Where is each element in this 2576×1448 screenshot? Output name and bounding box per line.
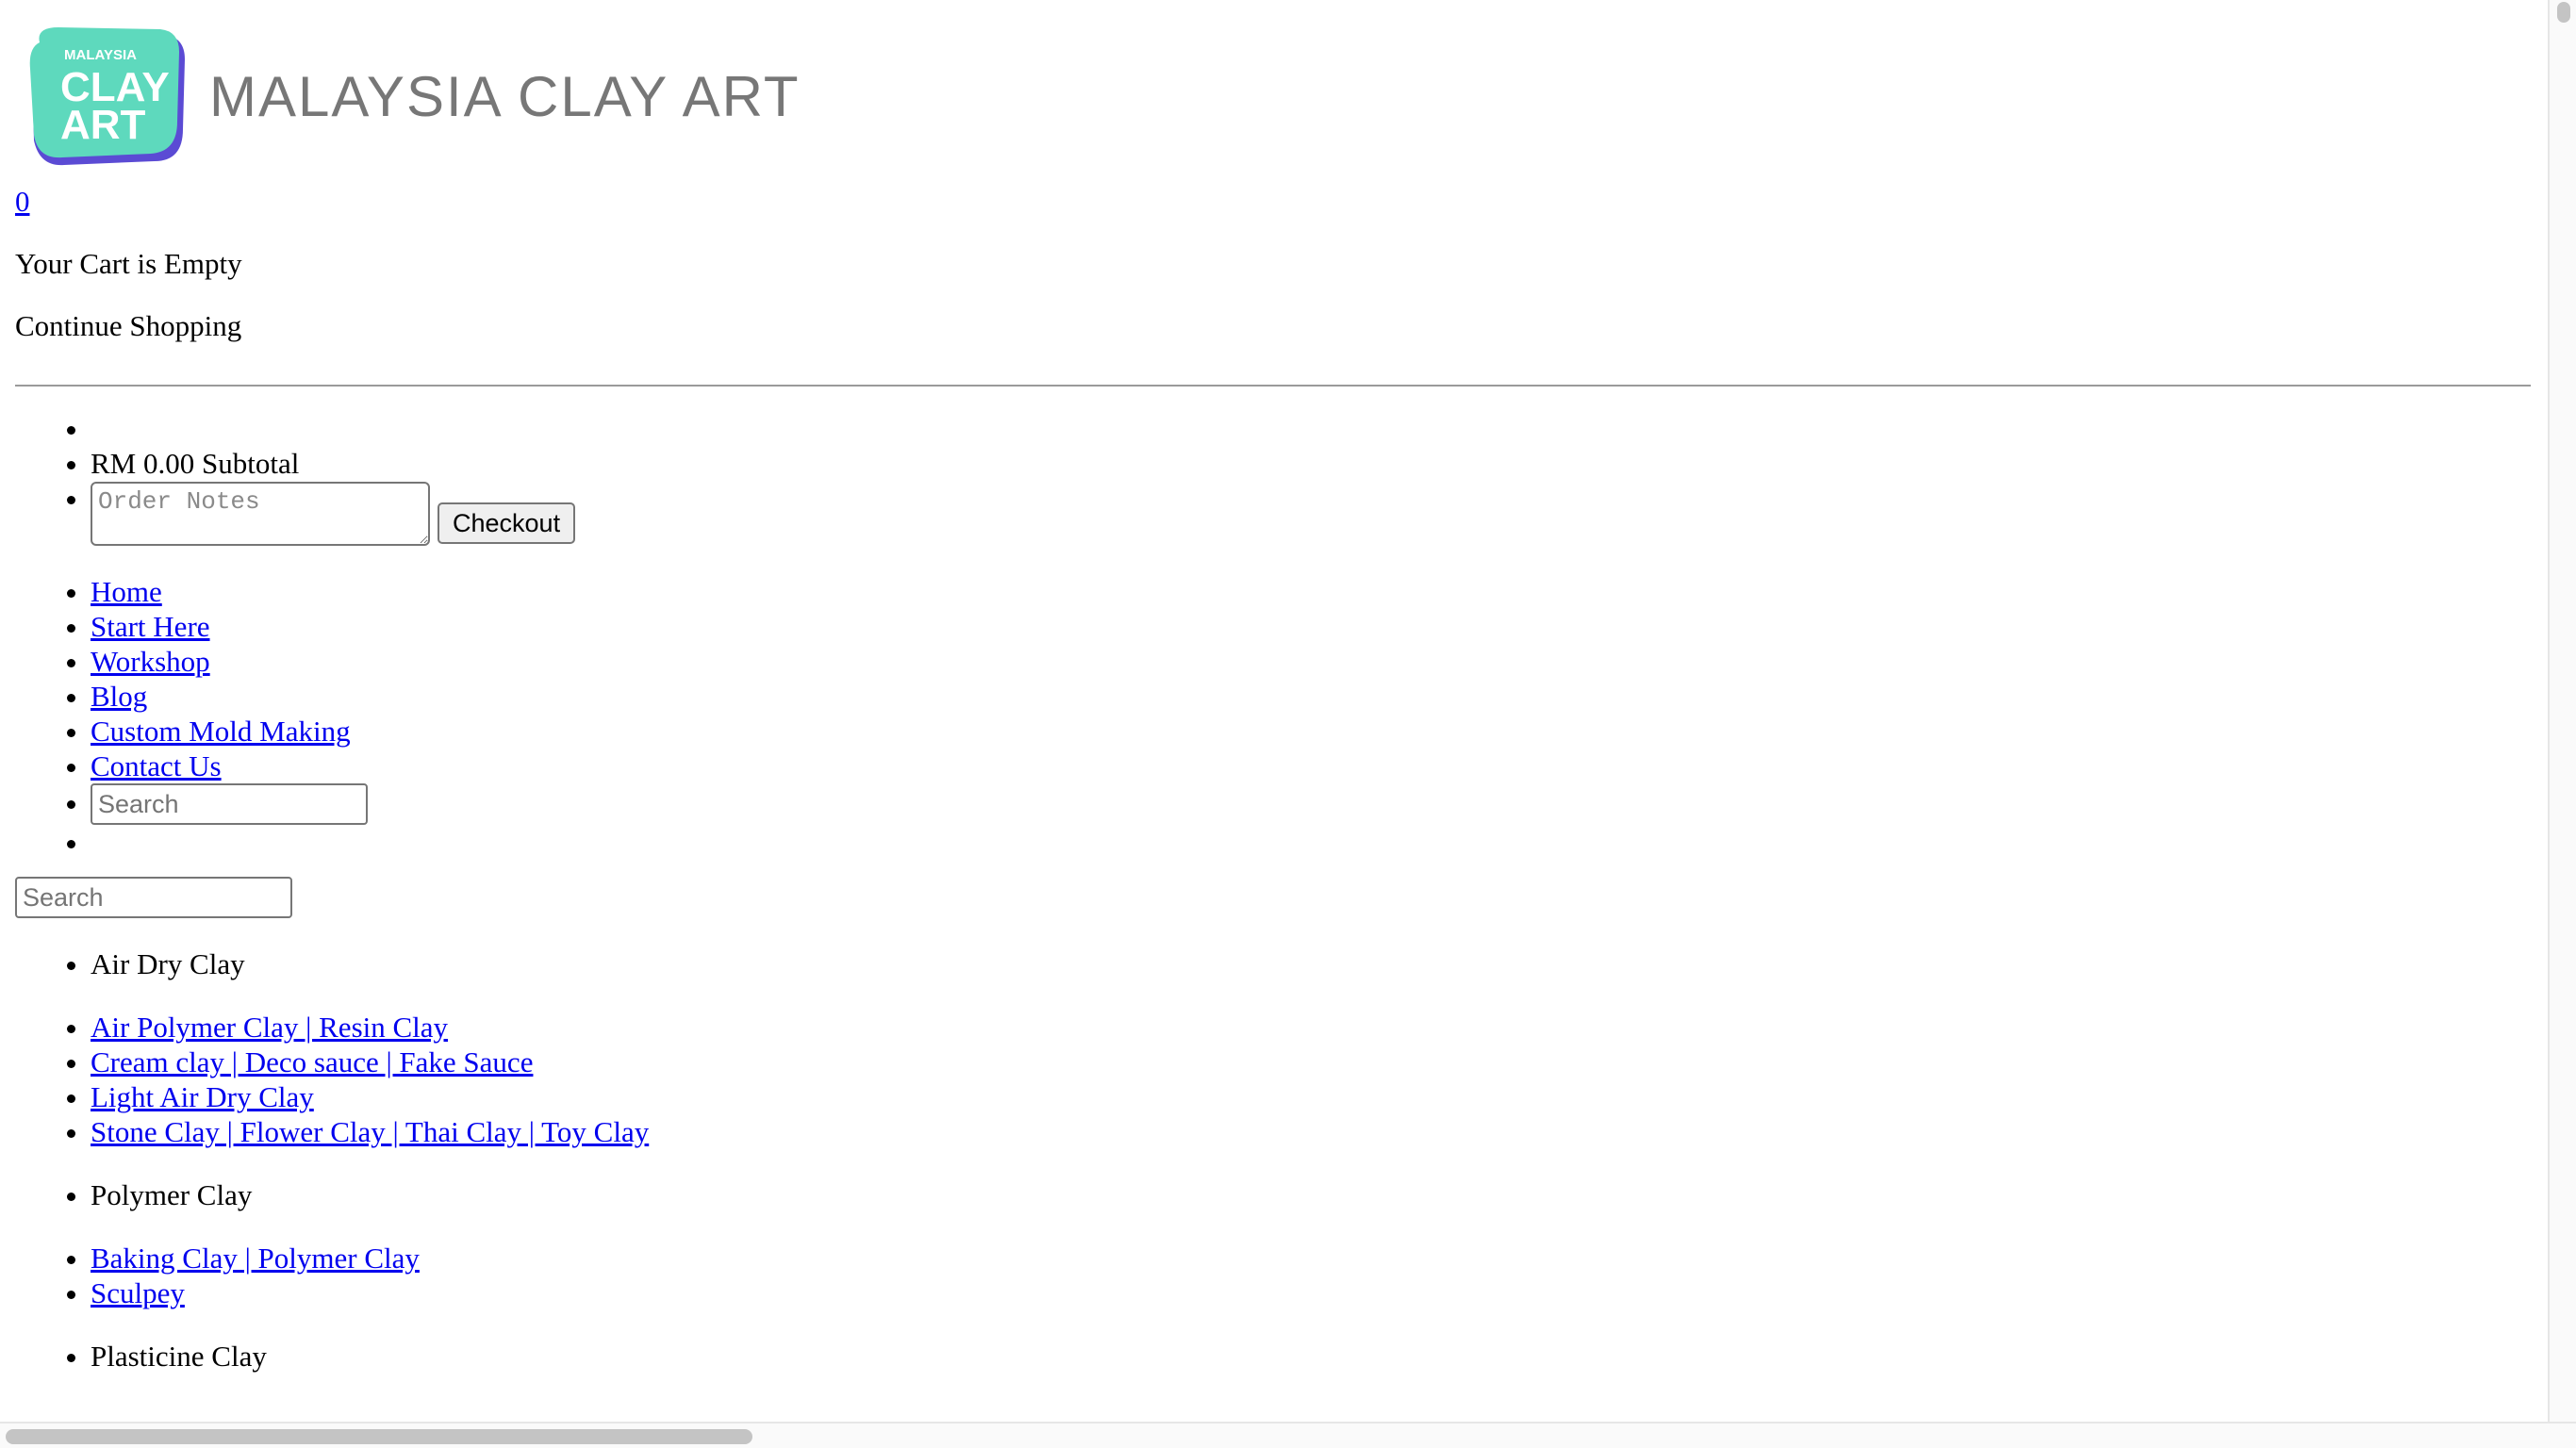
continue-shopping-text[interactable]: Continue Shopping [15,309,2531,343]
nav-item-blog: Blog [91,679,2531,714]
category-plasticine-clay: Plasticine Clay [91,1339,2531,1374]
vertical-scrollbar-thumb[interactable] [2557,2,2570,23]
nav-link-start-here[interactable]: Start Here [91,610,210,643]
list-item: Air Polymer Clay | Resin Clay [91,1010,2531,1045]
category-links-air-dry: Air Polymer Clay | Resin Clay Cream clay… [15,1010,2531,1149]
category-link[interactable]: Stone Clay | Flower Clay | Thai Clay | T… [91,1115,649,1148]
nav-link-workshop[interactable]: Workshop [91,645,210,678]
category-link[interactable]: Air Polymer Clay | Resin Clay [91,1011,448,1044]
logo-badge-icon: MALAYSIA CLAY ART [23,25,189,167]
page: MALAYSIA CLAY ART MALAYSIA CLAY ART 0 Yo… [0,0,2546,1422]
brand-name: MALAYSIA CLAY ART [209,64,801,128]
badge-line2-text: ART [60,102,146,148]
category-link[interactable]: Light Air Dry Clay [91,1080,314,1113]
nav-item-search [91,783,2531,825]
category-heading-list: Polymer Clay [15,1177,2531,1212]
list-item: Light Air Dry Clay [91,1079,2531,1114]
nav-link-contact[interactable]: Contact Us [91,749,222,782]
badge-small-text: MALAYSIA [64,47,137,63]
category-links-polymer: Baking Clay | Polymer Clay Sculpey [15,1241,2531,1310]
category-link[interactable]: Cream clay | Deco sauce | Fake Sauce [91,1045,533,1078]
nav-item-empty [91,825,2531,860]
list-item: Cream clay | Deco sauce | Fake Sauce [91,1045,2531,1079]
cart-empty-text: Your Cart is Empty [15,247,242,280]
category-air-dry-clay: Air Dry Clay [91,946,2531,981]
cart-list-item-empty [91,411,2531,446]
category-heading-list: Plasticine Clay [15,1339,2531,1374]
nav-link-custom-mold[interactable]: Custom Mold Making [91,715,351,748]
checkout-button[interactable]: Checkout [438,502,576,544]
list-item: Baking Clay | Polymer Clay [91,1241,2531,1275]
search-wrapper [15,877,2531,918]
category-link[interactable]: Sculpey [91,1276,185,1309]
list-item: Sculpey [91,1275,2531,1310]
horizontal-scrollbar[interactable] [0,1422,2576,1448]
category-heading-list: Air Dry Clay [15,946,2531,981]
site-logo[interactable]: MALAYSIA CLAY ART MALAYSIA CLAY ART [15,11,2531,181]
cart-actions: Checkout [91,481,2531,546]
nav-search-input[interactable] [91,783,368,825]
main-nav: Home Start Here Workshop Blog Custom Mol… [15,574,2531,860]
nav-item-contact: Contact Us [91,749,2531,783]
nav-link-blog[interactable]: Blog [91,680,147,713]
nav-item-workshop: Workshop [91,644,2531,679]
order-notes-field[interactable] [91,482,430,546]
horizontal-scrollbar-thumb[interactable] [6,1429,752,1444]
nav-item-home: Home [91,574,2531,609]
vertical-scrollbar[interactable] [2548,0,2576,1422]
search-input[interactable] [15,877,292,918]
list-item: Stone Clay | Flower Clay | Thai Clay | T… [91,1114,2531,1149]
cart-count-link[interactable]: 0 [15,185,30,219]
nav-link-home[interactable]: Home [91,575,162,608]
category-link[interactable]: Baking Clay | Polymer Clay [91,1242,420,1275]
cart-divider [15,385,2531,387]
nav-item-custom-mold: Custom Mold Making [91,714,2531,749]
cart-list: RM 0.00 Subtotal Checkout [15,411,2531,546]
category-polymer-clay: Polymer Clay [91,1177,2531,1212]
cart-subtotal: RM 0.00 Subtotal [91,446,2531,481]
nav-item-start-here: Start Here [91,609,2531,644]
